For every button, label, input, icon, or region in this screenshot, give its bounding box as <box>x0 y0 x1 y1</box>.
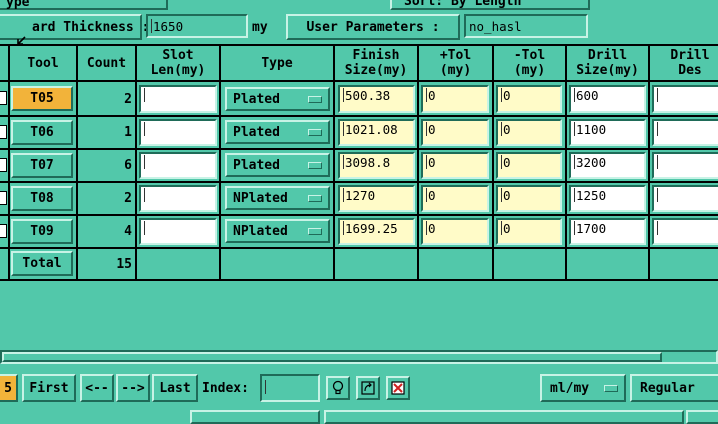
minus-tol-input[interactable]: 0 <box>496 185 562 212</box>
count-cell: 4 <box>124 224 132 239</box>
type-dropdown[interactable]: Plated <box>225 87 330 111</box>
header-tool: Tool <box>27 55 59 71</box>
slot-len-input[interactable] <box>139 119 217 146</box>
header-minus-tol: -Tol (my) <box>513 48 546 78</box>
plus-tol-input[interactable]: 0 <box>421 85 489 113</box>
total-label: Total <box>11 251 73 276</box>
board-thickness-input[interactable]: 1650 <box>146 14 248 38</box>
sort-selector-partial[interactable]: Sort: By Length <box>390 0 590 10</box>
mode-button[interactable]: Regular <box>630 374 718 402</box>
next-button[interactable]: --> <box>116 374 150 402</box>
count-cell: 1 <box>124 125 132 140</box>
dropdown-indicator-icon <box>308 162 322 169</box>
tool-button-t08[interactable]: T08 <box>11 186 73 211</box>
header-finish-size: Finish Size(my) <box>344 48 408 78</box>
index-label: Index: <box>202 381 249 396</box>
minus-tol-input[interactable]: 0 <box>496 152 562 179</box>
drill-size-input[interactable]: 1100 <box>569 119 646 146</box>
refresh-button[interactable] <box>356 376 380 400</box>
type-selector-label: ype <box>6 0 30 10</box>
header-slot-len: Slot Len(my) <box>150 48 206 78</box>
minus-tol-input[interactable]: 0 <box>496 218 562 245</box>
finish-size-input[interactable]: 1021.08 <box>338 119 415 146</box>
finish-size-input[interactable]: 1699.25 <box>338 218 415 245</box>
scrollbar-thumb[interactable] <box>2 352 662 362</box>
drill-des-input[interactable] <box>652 85 718 113</box>
drill-des-input[interactable] <box>652 119 718 146</box>
slot-len-input[interactable] <box>139 218 217 245</box>
first-button[interactable]: First <box>22 374 76 402</box>
plus-tol-input[interactable]: 0 <box>421 152 489 179</box>
plus-tol-input[interactable]: 0 <box>421 218 489 245</box>
plus-tol-input[interactable]: 0 <box>421 119 489 146</box>
tool-button-t07[interactable]: T07 <box>11 153 73 178</box>
row-select-icon[interactable] <box>0 191 7 205</box>
status-bar-partial <box>0 410 718 424</box>
text-caret <box>151 19 152 33</box>
drill-size-input[interactable]: 1250 <box>569 185 646 212</box>
horizontal-scrollbar[interactable] <box>0 350 718 364</box>
header-plus-tol: +Tol (my) <box>439 48 472 78</box>
lightbulb-button[interactable] <box>326 376 350 400</box>
user-parameters-button[interactable]: User Parameters : <box>286 14 460 40</box>
lightbulb-icon <box>332 380 344 395</box>
index-input[interactable] <box>260 374 320 402</box>
type-dropdown[interactable]: Plated <box>225 153 330 177</box>
total-count: 15 <box>116 257 132 272</box>
tool-button-t06[interactable]: T06 <box>11 120 73 145</box>
drill-size-input[interactable]: 3200 <box>569 152 646 179</box>
prev-button[interactable]: <-- <box>80 374 114 402</box>
finish-size-input[interactable]: 3098.8 <box>338 152 415 179</box>
row-select-icon[interactable] <box>0 125 7 139</box>
header-count: Count <box>86 55 127 71</box>
dropdown-indicator-icon <box>308 96 322 103</box>
row-select-icon[interactable] <box>0 91 7 105</box>
last-button[interactable]: Last <box>152 374 198 402</box>
delete-button[interactable] <box>386 376 410 400</box>
tool-button-t05[interactable]: T05 <box>11 86 73 111</box>
finish-size-input[interactable]: 1270 <box>338 185 415 212</box>
type-dropdown[interactable]: Plated <box>225 120 330 144</box>
row-select-icon[interactable] <box>0 224 7 238</box>
drill-size-input[interactable]: 1700 <box>569 218 646 245</box>
type-dropdown[interactable]: NPlated <box>225 186 330 210</box>
slot-len-input[interactable] <box>139 185 217 212</box>
dropdown-indicator-icon <box>308 129 322 136</box>
drill-size-input[interactable]: 600 <box>569 85 646 113</box>
dropdown-indicator-icon <box>308 228 322 235</box>
row-select-icon[interactable] <box>0 158 7 172</box>
header-type: Type <box>261 55 293 71</box>
slot-len-input[interactable] <box>139 85 217 113</box>
minus-tol-input[interactable]: 0 <box>496 119 562 146</box>
delete-icon <box>391 381 405 395</box>
count-cell: 2 <box>124 191 132 206</box>
refresh-icon <box>361 381 375 395</box>
sort-selector-label: Sort: By Length <box>404 0 522 9</box>
plus-tol-input[interactable]: 0 <box>421 185 489 212</box>
header-drill-size: Drill Size(my) <box>576 48 639 78</box>
dropdown-indicator-icon <box>308 195 322 202</box>
type-selector-partial[interactable]: ype <box>0 0 168 10</box>
drill-des-input[interactable] <box>652 218 718 245</box>
minus-tol-input[interactable]: 0 <box>496 85 562 113</box>
type-dropdown[interactable]: NPlated <box>225 219 330 243</box>
count-cell: 6 <box>124 158 132 173</box>
slot-len-input[interactable] <box>139 152 217 179</box>
drill-des-input[interactable] <box>652 185 718 212</box>
drill-des-input[interactable] <box>652 152 718 179</box>
units-dropdown[interactable]: ml/my <box>540 374 626 402</box>
board-thickness-unit: my <box>252 20 268 35</box>
partial-button[interactable]: 5 <box>0 374 18 402</box>
user-parameters-input[interactable]: no_hasl <box>464 14 588 38</box>
dropdown-indicator-icon <box>604 385 618 392</box>
tool-button-t09[interactable]: T09 <box>11 219 73 244</box>
finish-size-input[interactable]: 500.38 <box>338 85 415 113</box>
count-cell: 2 <box>124 92 132 107</box>
header-drill-des: Drill Des <box>670 48 710 78</box>
